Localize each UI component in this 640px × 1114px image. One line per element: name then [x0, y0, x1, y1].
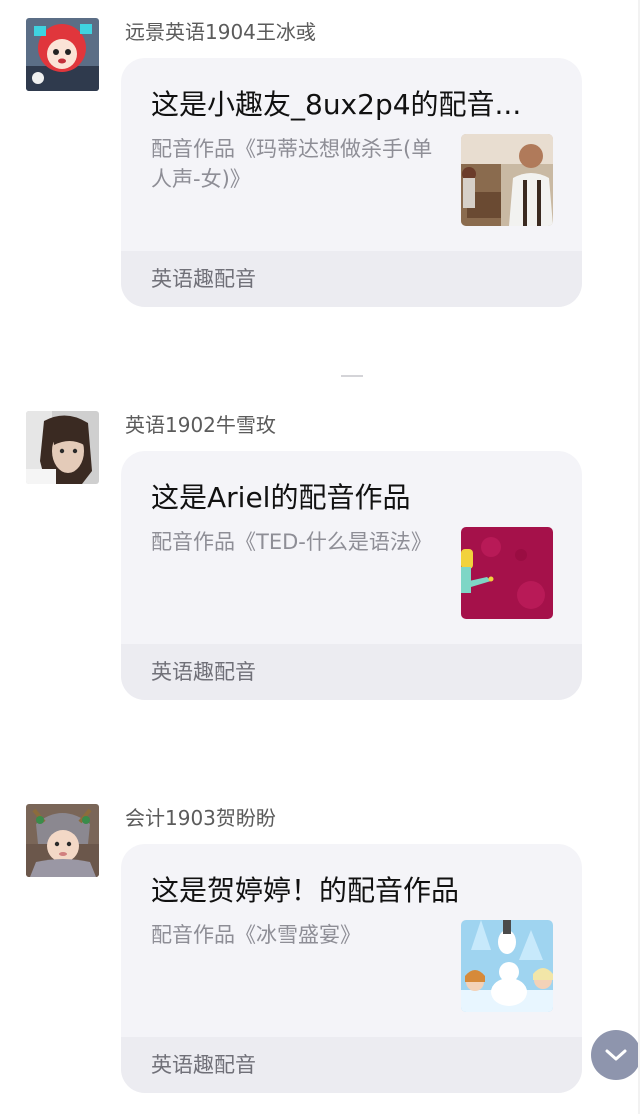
card-title: 这是Ariel的配音作品 — [151, 481, 411, 514]
divider — [341, 375, 363, 377]
cartoon-girl-avatar[interactable] — [26, 18, 99, 91]
share-card[interactable]: 这是小趣友_8ux2p4的配音... 配音作品《玛蒂达想做杀手(单人声-女)》 … — [121, 58, 582, 307]
sender-name: 远景英语1904王冰彧 — [125, 20, 316, 44]
portrait-avatar[interactable] — [26, 411, 99, 484]
sender-name: 英语1902牛雪玫 — [125, 413, 276, 437]
ted-animation-thumbnail — [461, 527, 553, 619]
card-footer: 英语趣配音 — [121, 644, 582, 700]
movie-still-thumbnail — [461, 134, 553, 226]
card-source: 英语趣配音 — [151, 267, 256, 291]
card-source: 英语趣配音 — [151, 660, 256, 684]
card-title: 这是小趣友_8ux2p4的配音... — [151, 88, 522, 121]
sender-name: 会计1903贺盼盼 — [125, 806, 276, 830]
child-reindeer-hat-avatar[interactable] — [26, 804, 99, 877]
frozen-olaf-thumbnail — [461, 920, 553, 1012]
scroll-to-bottom-button[interactable] — [591, 1030, 640, 1080]
card-description: 配音作品《TED-什么是语法》 — [151, 530, 432, 554]
card-title: 这是贺婷婷！的配音作品 — [151, 874, 460, 907]
share-card[interactable]: 这是贺婷婷！的配音作品 配音作品《冰雪盛宴》 英语趣配音 — [121, 844, 582, 1093]
share-card[interactable]: 这是Ariel的配音作品 配音作品《TED-什么是语法》 英语趣配音 — [121, 451, 582, 700]
chevron-down-icon — [605, 1049, 627, 1061]
card-footer: 英语趣配音 — [121, 1037, 582, 1093]
card-source: 英语趣配音 — [151, 1053, 256, 1077]
card-footer: 英语趣配音 — [121, 251, 582, 307]
card-description: 配音作品《玛蒂达想做杀手(单人声-女)》 — [151, 137, 433, 191]
card-description: 配音作品《冰雪盛宴》 — [151, 923, 361, 947]
